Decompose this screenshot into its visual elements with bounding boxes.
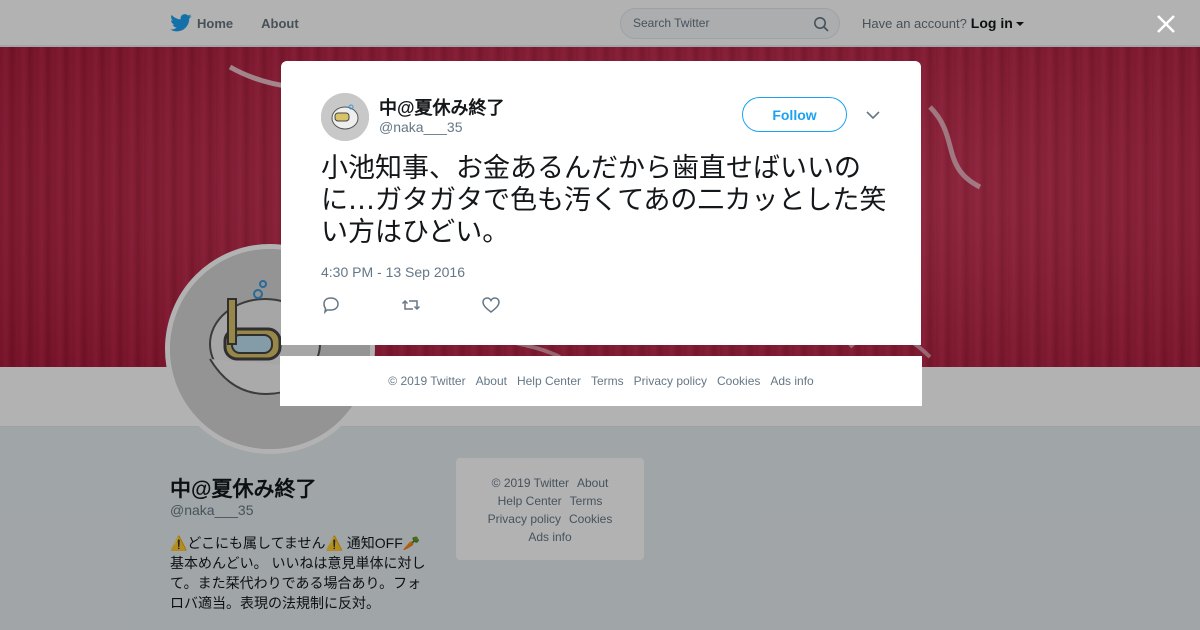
tweet-timestamp[interactable]: 4:30 PM - 13 Sep 2016 — [321, 264, 465, 280]
tweet-author-name[interactable]: 中@夏休み終了 — [379, 94, 505, 120]
tweet-author-avatar[interactable] — [321, 93, 369, 141]
author-avatar-illustration — [321, 93, 369, 141]
reply-button[interactable] — [321, 295, 401, 315]
modal-footer-terms-link[interactable]: Terms — [591, 374, 624, 388]
tweet-actions — [321, 295, 561, 315]
modal-footer-help-link[interactable]: Help Center — [517, 374, 581, 388]
modal-footer-about-link[interactable]: About — [476, 374, 507, 388]
tweet-text: 小池知事、お金あるんだから歯直せばいいのに…ガタガタで色も汚くてあの二カッとした… — [321, 153, 887, 248]
retweet-icon — [401, 299, 421, 311]
follow-button[interactable]: Follow — [742, 97, 847, 132]
modal-footer-privacy-link[interactable]: Privacy policy — [634, 374, 707, 388]
like-icon — [482, 297, 500, 313]
modal-footer-cookies-link[interactable]: Cookies — [717, 374, 760, 388]
modal-footer-copyright: © 2019 Twitter — [388, 374, 466, 388]
tweet-author-handle[interactable]: @naka___35 — [379, 119, 463, 135]
reply-icon — [323, 297, 339, 315]
chevron-down-icon[interactable] — [865, 109, 881, 121]
modal-footer: © 2019 Twitter About Help Center Terms P… — [280, 356, 922, 406]
close-icon[interactable] — [1152, 10, 1180, 38]
like-button[interactable] — [481, 295, 561, 315]
tweet-modal: 中@夏休み終了 @naka___35 Follow 小池知事、お金あるんだから歯… — [281, 61, 921, 345]
modal-footer-ads-link[interactable]: Ads info — [770, 374, 813, 388]
retweet-button[interactable] — [401, 295, 481, 315]
